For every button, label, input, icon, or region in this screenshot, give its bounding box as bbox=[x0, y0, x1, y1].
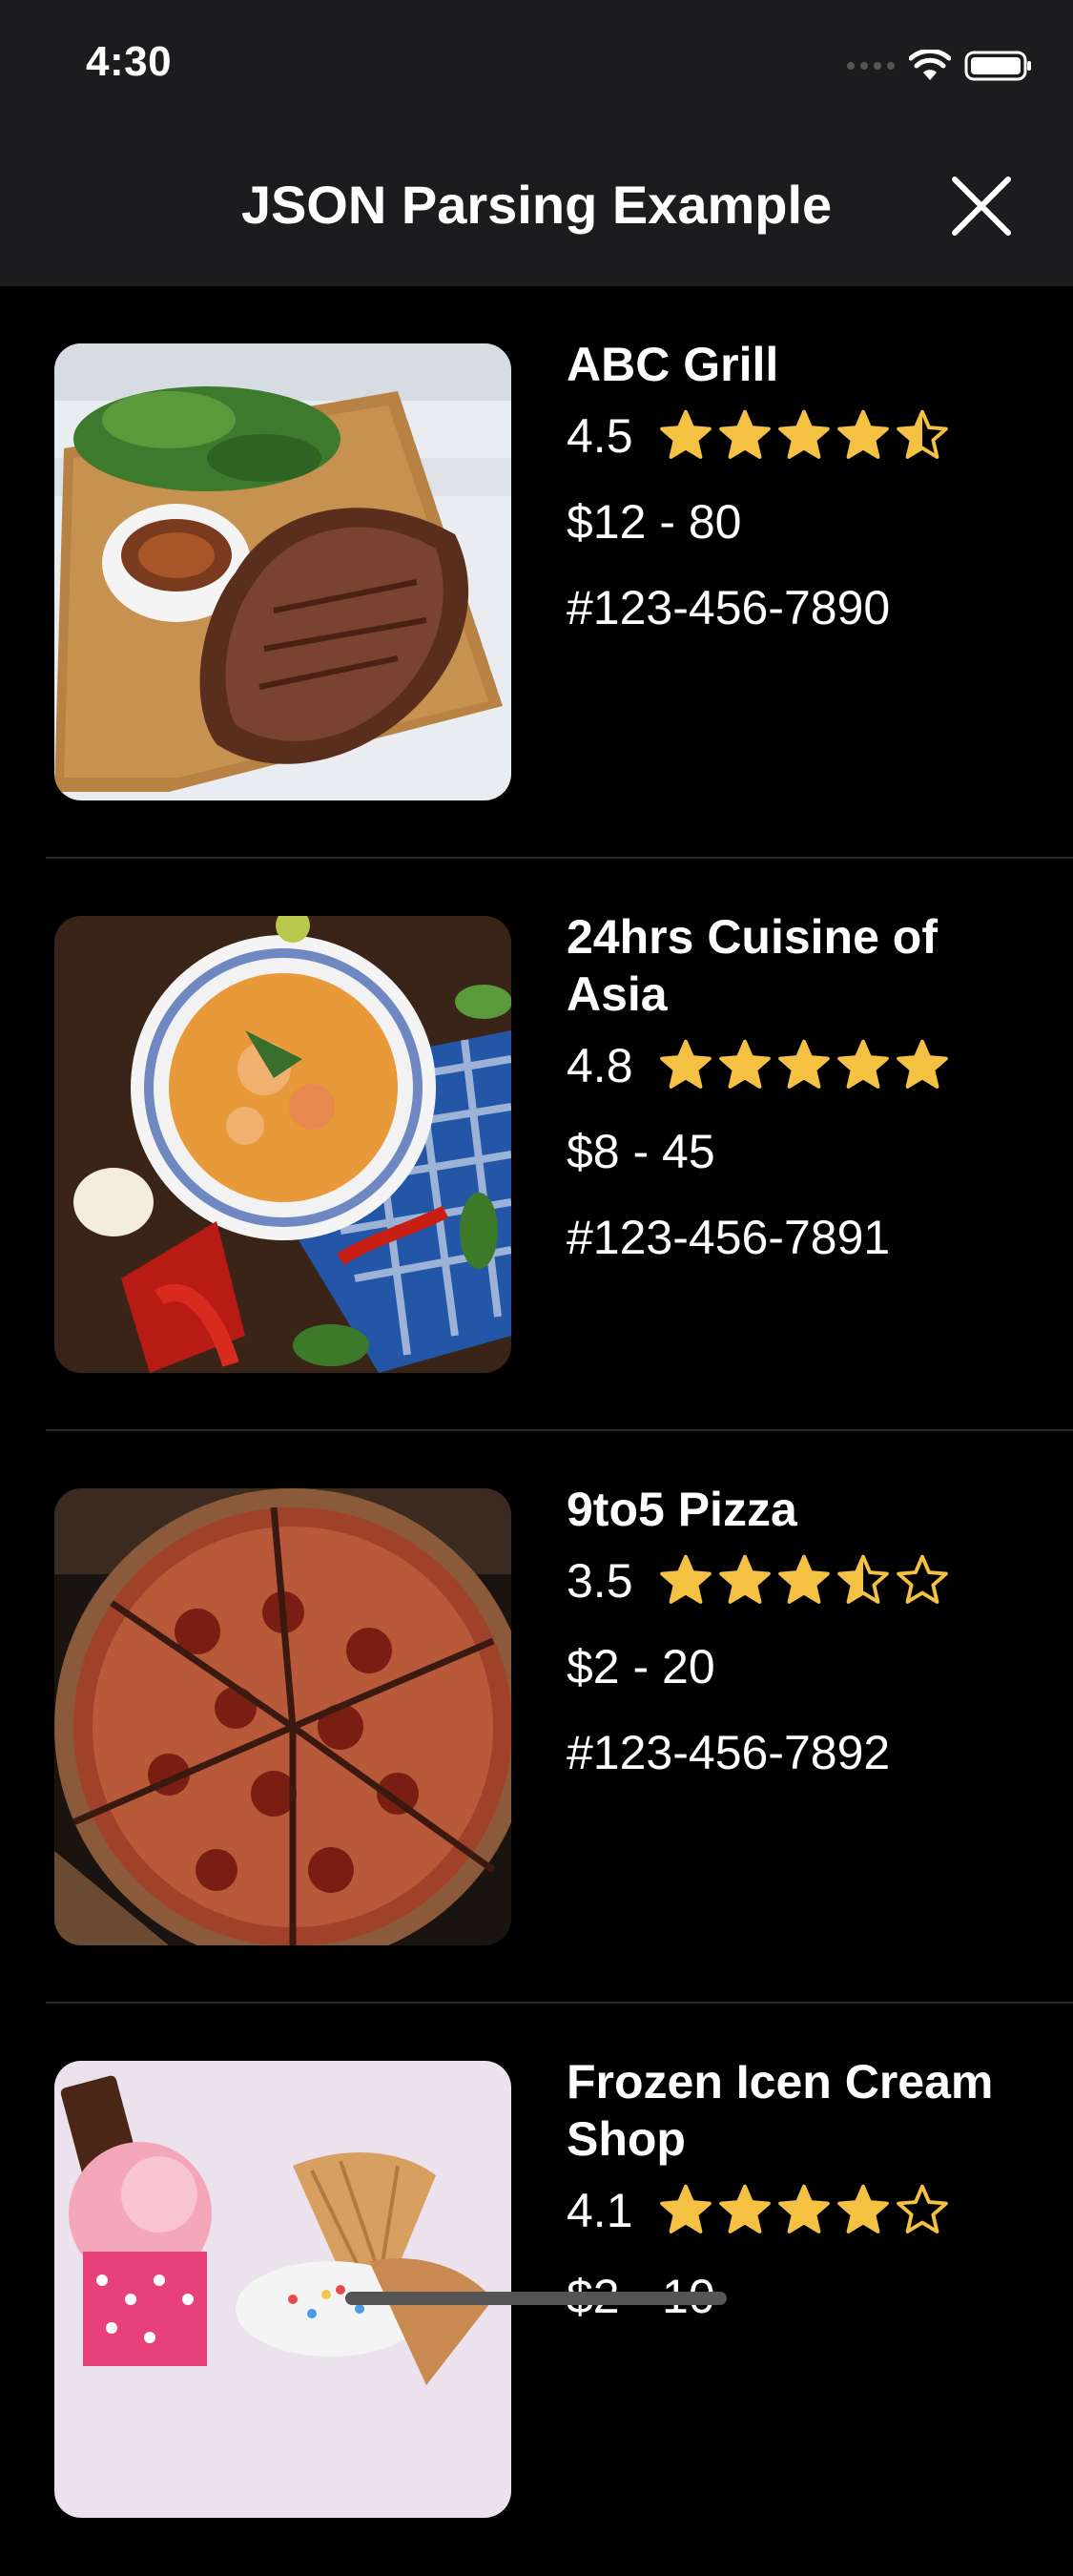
rating-value: 4.5 bbox=[567, 409, 633, 463]
star-rating bbox=[658, 1038, 950, 1093]
star-full-icon bbox=[719, 409, 771, 459]
star-full-icon bbox=[778, 1554, 830, 1604]
close-button[interactable] bbox=[949, 174, 1014, 239]
restaurant-list[interactable]: ABC Grill 4.5 $12 - 80 #123-456-7890 24h… bbox=[0, 286, 1073, 2576]
star-full-icon bbox=[778, 409, 830, 459]
price-range: $8 - 45 bbox=[567, 1125, 715, 1178]
star-full-icon bbox=[660, 1039, 712, 1089]
wifi-icon bbox=[909, 50, 951, 80]
star-half-icon bbox=[837, 1554, 889, 1604]
rating-value: 4.1 bbox=[567, 2184, 633, 2237]
star-full-icon bbox=[778, 1039, 830, 1089]
star-rating bbox=[658, 2183, 950, 2238]
restaurant-name: 9to5 Pizza bbox=[567, 1483, 797, 1536]
restaurant-name: 24hrs Cuisine of Asia bbox=[567, 910, 938, 1021]
ice-cream-image bbox=[54, 2061, 511, 2518]
nav-title: JSON Parsing Example bbox=[240, 175, 833, 235]
phone-number: #123-456-7890 bbox=[567, 581, 891, 634]
restaurant-row[interactable]: Frozen Icen Cream Shop 4.1 $2 - 10 bbox=[0, 2004, 1073, 2576]
nav-bar: JSON Parsing Example bbox=[0, 126, 1073, 286]
star-rating bbox=[658, 408, 950, 464]
star-rating bbox=[658, 1553, 950, 1609]
star-empty-icon bbox=[897, 1554, 948, 1604]
price-range: $12 - 80 bbox=[567, 495, 742, 549]
star-full-icon bbox=[719, 2184, 771, 2233]
battery-icon bbox=[964, 51, 1031, 81]
star-full-icon bbox=[719, 1039, 771, 1089]
star-half-icon bbox=[897, 409, 948, 459]
restaurant-row[interactable]: 24hrs Cuisine of Asia 4.8 $8 - 45 #123-4… bbox=[0, 859, 1073, 1431]
star-full-icon bbox=[837, 2184, 889, 2233]
phone-number: #123-456-7891 bbox=[567, 1211, 891, 1264]
star-empty-icon bbox=[897, 2184, 948, 2233]
signal-icon bbox=[847, 62, 895, 70]
star-full-icon bbox=[837, 1039, 889, 1089]
restaurant-row[interactable]: 9to5 Pizza 3.5 $2 - 20 #123-456-7892 bbox=[0, 1431, 1073, 2004]
status-icons bbox=[846, 50, 1033, 82]
star-full-icon bbox=[660, 1554, 712, 1604]
phone-number: #123-456-7892 bbox=[567, 1726, 891, 1779]
status-time: 4:30 bbox=[86, 38, 173, 85]
star-full-icon bbox=[837, 409, 889, 459]
restaurant-row[interactable]: ABC Grill 4.5 $12 - 80 #123-456-7890 bbox=[0, 286, 1073, 859]
star-full-icon bbox=[778, 2184, 830, 2233]
price-range: $2 - 20 bbox=[567, 1640, 715, 1693]
pizza-image bbox=[54, 1488, 511, 1945]
star-full-icon bbox=[897, 1039, 948, 1089]
star-full-icon bbox=[660, 2184, 712, 2233]
restaurant-name: ABC Grill bbox=[567, 338, 779, 391]
restaurant-name: Frozen Icen Cream Shop bbox=[567, 2055, 994, 2166]
rating-value: 3.5 bbox=[567, 1554, 633, 1608]
star-full-icon bbox=[660, 409, 712, 459]
status-bar: 4:30 bbox=[0, 0, 1073, 126]
star-full-icon bbox=[719, 1554, 771, 1604]
soup-image bbox=[54, 916, 511, 1373]
home-indicator[interactable] bbox=[345, 2292, 727, 2305]
rating-value: 4.8 bbox=[567, 1039, 633, 1092]
steak-image bbox=[54, 343, 511, 800]
